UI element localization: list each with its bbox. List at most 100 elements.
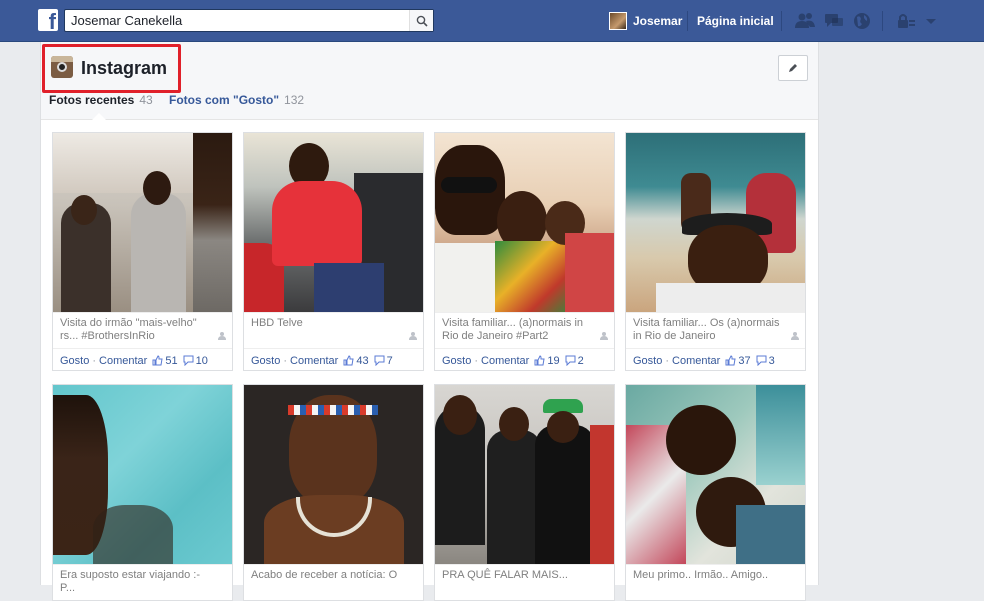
comment-link[interactable]: Comentar	[290, 355, 338, 367]
photo-caption: PRA QUÊ FALAR MAIS...	[435, 564, 614, 600]
like-link[interactable]: Gosto	[442, 355, 471, 367]
photo-card: Visita do irmão "mais-velho" rs... #Brot…	[52, 132, 233, 371]
comments-number: 3	[768, 354, 775, 367]
account-dropdown-icon[interactable]	[921, 11, 943, 31]
tab-recent-photos[interactable]: Fotos recentes 43	[49, 93, 153, 107]
comments-count[interactable]: 10	[183, 355, 208, 367]
photo-thumbnail[interactable]	[53, 133, 232, 312]
comments-number: 10	[195, 354, 208, 367]
photo-card: Visita familiar... (a)normais in Rio de …	[434, 132, 615, 371]
tag-people-icon[interactable]	[791, 331, 801, 340]
comment-bubble-icon	[756, 355, 767, 366]
photo-thumbnail[interactable]	[53, 385, 232, 564]
caption-text: Acabo de receber a notícia: O	[251, 569, 398, 581]
tag-people-icon[interactable]	[218, 331, 228, 340]
thumbs-up-icon	[152, 355, 163, 366]
photo-thumbnail[interactable]	[244, 385, 423, 564]
comment-link[interactable]: Comentar	[672, 355, 720, 367]
thumbs-up-icon	[725, 355, 736, 366]
photo-caption: Acabo de receber a notícia: O	[244, 564, 423, 600]
tab-label: Fotos recentes	[49, 93, 135, 107]
thumbs-up-icon	[343, 355, 354, 366]
photo-thumbnail[interactable]	[435, 385, 614, 564]
nav-separator	[687, 11, 688, 31]
comments-count[interactable]: 3	[756, 355, 775, 367]
photo-thumbnail[interactable]	[435, 133, 614, 312]
like-link[interactable]: Gosto	[60, 355, 89, 367]
photo-caption: Meu primo.. Irmão.. Amigo..	[626, 564, 805, 600]
photo-actions: Gosto · Comentar 37 3	[626, 348, 805, 370]
photo-card: HBD Telve Gosto · Comentar 43 7	[243, 132, 424, 371]
caption-text: Visita familiar... Os (a)normais in Rio …	[633, 317, 780, 342]
tab-liked-photos[interactable]: Fotos com "Gosto" 132	[169, 93, 304, 107]
photo-actions: Gosto · Comentar 43 7	[244, 348, 423, 370]
caption-text: Visita do irmão "mais-velho" rs... #Brot…	[60, 317, 197, 342]
likes-number: 37	[738, 354, 751, 367]
comments-number: 7	[386, 354, 393, 367]
photo-thumbnail[interactable]	[626, 385, 805, 564]
comments-count[interactable]: 2	[565, 355, 584, 367]
tab-count: 132	[284, 93, 305, 107]
photo-actions: Gosto · Comentar 51 10	[53, 348, 232, 370]
likes-count[interactable]: 51	[152, 354, 178, 367]
comment-bubble-icon	[183, 355, 194, 366]
caption-text: PRA QUÊ FALAR MAIS...	[442, 569, 568, 581]
pencil-icon	[789, 64, 797, 72]
active-tab-indicator	[92, 113, 106, 120]
profile-link[interactable]: Josemar	[633, 14, 682, 28]
search-icon	[416, 15, 428, 27]
comments-number: 2	[577, 354, 584, 367]
messages-icon[interactable]	[823, 11, 845, 31]
search-button[interactable]	[409, 10, 433, 31]
top-navigation-bar: f Josemar Página inicial	[0, 0, 984, 42]
photo-thumbnail[interactable]	[244, 133, 423, 312]
photo-caption: Visita do irmão "mais-velho" rs... #Brot…	[53, 312, 232, 348]
edit-button[interactable]	[778, 55, 808, 81]
instagram-icon	[51, 56, 73, 78]
tag-people-icon[interactable]	[600, 331, 610, 340]
facebook-logo-icon[interactable]: f	[38, 9, 58, 31]
likes-number: 43	[356, 354, 369, 367]
comments-count[interactable]: 7	[374, 355, 393, 367]
caption-text: Era suposto estar viajando :-P...	[60, 569, 201, 594]
photo-caption: Visita familiar... Os (a)normais in Rio …	[626, 312, 805, 348]
tab-count: 43	[139, 93, 153, 107]
likes-number: 51	[165, 354, 178, 367]
likes-count[interactable]: 19	[534, 354, 560, 367]
likes-number: 19	[547, 354, 560, 367]
search-input[interactable]	[65, 10, 410, 31]
likes-count[interactable]: 37	[725, 354, 751, 367]
likes-count[interactable]: 43	[343, 354, 369, 367]
photo-caption: Visita familiar... (a)normais in Rio de …	[435, 312, 614, 348]
photo-card: Meu primo.. Irmão.. Amigo..	[625, 384, 806, 601]
photo-card: Era suposto estar viajando :-P...	[52, 384, 233, 601]
user-avatar[interactable]	[609, 12, 627, 30]
comment-link[interactable]: Comentar	[99, 355, 147, 367]
album-title: Instagram	[81, 58, 168, 78]
comment-link[interactable]: Comentar	[481, 355, 529, 367]
thumbs-up-icon	[534, 355, 545, 366]
tab-label: Fotos com "Gosto"	[169, 93, 280, 107]
photo-thumbnail[interactable]	[626, 133, 805, 312]
nav-separator	[781, 11, 782, 31]
notifications-globe-icon[interactable]	[851, 11, 873, 31]
photo-actions: Gosto · Comentar 19 2	[435, 348, 614, 370]
search-box	[64, 9, 434, 32]
album-header: Instagram Fotos recentes 43 Fotos com "Go…	[41, 42, 818, 120]
caption-text: HBD Telve	[251, 317, 303, 329]
caption-text: Meu primo.. Irmão.. Amigo..	[633, 569, 769, 581]
comment-bubble-icon	[374, 355, 385, 366]
tag-people-icon[interactable]	[409, 331, 419, 340]
caption-text: Visita familiar... (a)normais in Rio de …	[442, 317, 584, 342]
home-link[interactable]: Página inicial	[697, 14, 774, 28]
photo-card: Acabo de receber a notícia: O	[243, 384, 424, 601]
like-link[interactable]: Gosto	[251, 355, 280, 367]
photo-caption: Era suposto estar viajando :-P...	[53, 564, 232, 600]
like-link[interactable]: Gosto	[633, 355, 662, 367]
friends-icon[interactable]	[794, 11, 816, 31]
privacy-lock-icon[interactable]	[895, 11, 917, 31]
photo-card: Visita familiar... Os (a)normais in Rio …	[625, 132, 806, 371]
photo-card: PRA QUÊ FALAR MAIS...	[434, 384, 615, 601]
comment-bubble-icon	[565, 355, 576, 366]
photo-caption: HBD Telve	[244, 312, 423, 348]
